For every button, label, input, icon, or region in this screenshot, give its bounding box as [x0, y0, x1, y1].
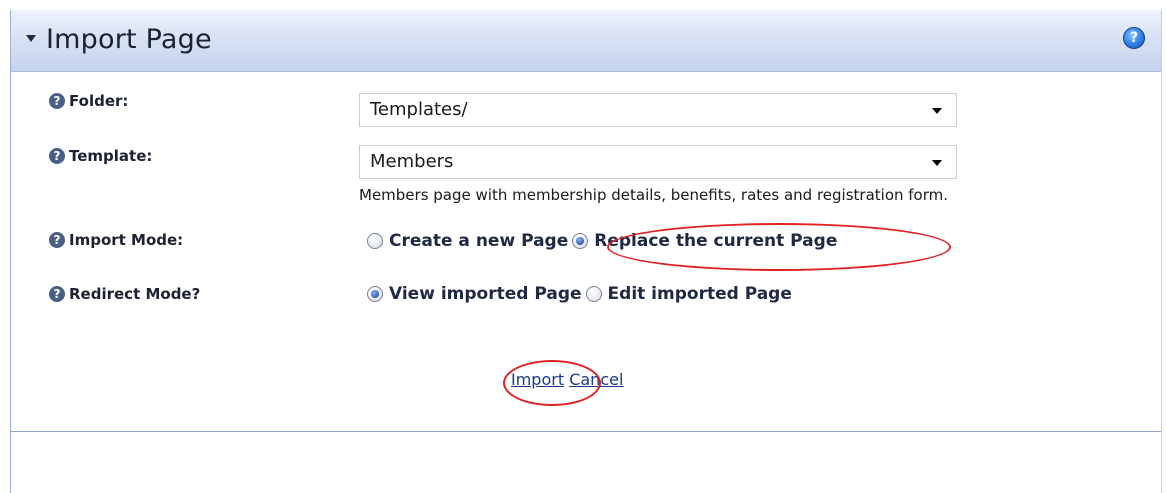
- create-new-page-radio[interactable]: [367, 233, 383, 249]
- replace-current-page-radio[interactable]: [572, 233, 589, 249]
- template-label: ? Template:: [49, 147, 152, 165]
- folder-label: ? Folder:: [49, 92, 128, 110]
- template-description: Members page with membership details, be…: [359, 186, 949, 204]
- folder-select[interactable]: Templates/: [359, 93, 957, 127]
- panel-header: Import Page ?: [11, 10, 1161, 72]
- view-imported-page-radio[interactable]: [367, 286, 383, 302]
- redirect-mode-label-text: Redirect Mode?: [69, 285, 201, 303]
- template-label-text: Template:: [69, 147, 153, 165]
- import-mode-label-text: Import Mode:: [69, 231, 184, 249]
- redirect-mode-help-icon[interactable]: ?: [49, 286, 65, 302]
- import-mode-help-icon[interactable]: ?: [49, 232, 65, 248]
- replace-current-page-label[interactable]: Replace the current Page: [594, 231, 837, 251]
- folder-dropdown-arrow-icon[interactable]: [932, 108, 942, 114]
- folder-help-icon[interactable]: ?: [49, 93, 65, 109]
- import-mode-label: ? Import Mode:: [49, 231, 183, 249]
- template-dropdown-arrow-icon[interactable]: [932, 160, 942, 166]
- view-imported-page-label[interactable]: View imported Page: [389, 284, 582, 304]
- redirect-mode-radio-group: View imported Page Edit imported Page: [367, 284, 796, 304]
- form-actions: Import Cancel: [511, 370, 623, 389]
- folder-select-value: Templates/: [370, 99, 468, 120]
- folder-label-text: Folder:: [69, 92, 129, 110]
- help-icon[interactable]: ?: [1123, 27, 1145, 49]
- template-select-value: Members: [370, 151, 454, 172]
- import-mode-radio-group: Create a new Page Replace the current Pa…: [367, 231, 841, 251]
- edit-imported-page-label[interactable]: Edit imported Page: [608, 284, 792, 304]
- cancel-link[interactable]: Cancel: [569, 370, 623, 389]
- import-page-panel: Import Page ? ? Folder: Templates/ ? Tem…: [10, 10, 1162, 493]
- redirect-mode-label: ? Redirect Mode?: [49, 285, 200, 303]
- template-select[interactable]: Members: [359, 145, 957, 179]
- import-link[interactable]: Import: [511, 370, 564, 389]
- edit-imported-page-radio[interactable]: [585, 286, 602, 302]
- create-new-page-label[interactable]: Create a new Page: [389, 231, 568, 251]
- template-help-icon[interactable]: ?: [49, 148, 65, 164]
- footer-divider: [11, 431, 1161, 432]
- collapse-triangle-icon[interactable]: [26, 35, 36, 42]
- panel-title: Import Page: [46, 24, 212, 55]
